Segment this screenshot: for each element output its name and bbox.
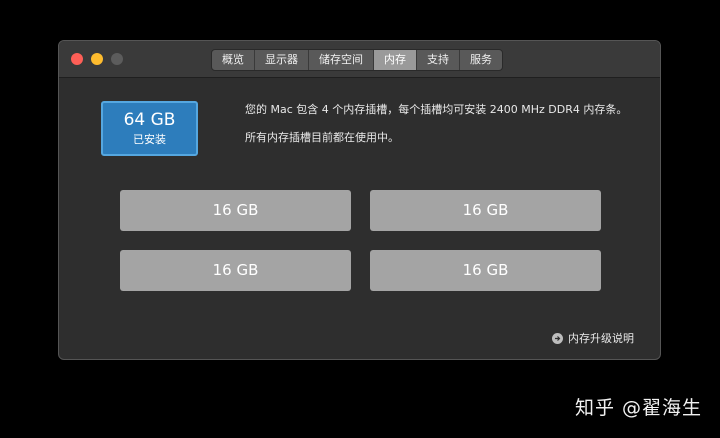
- memory-slot-4: 16 GB: [370, 250, 601, 291]
- title-bar: 概览 显示器 储存空间 内存 支持 服务: [59, 41, 660, 78]
- zoom-button[interactable]: [111, 53, 123, 65]
- tab-displays[interactable]: 显示器: [255, 50, 309, 70]
- installed-amount: 64 GB: [123, 110, 176, 130]
- memory-slot-1: 16 GB: [120, 190, 351, 231]
- installed-memory-badge: 64 GB 已安装: [101, 101, 198, 156]
- watermark: 知乎 @翟海生: [574, 397, 702, 419]
- memory-slot-3: 16 GB: [120, 250, 351, 291]
- memory-description: 您的 Mac 包含 4 个内存插槽，每个插槽均可安装 2400 MHz DDR4…: [245, 103, 628, 116]
- arrow-right-circle-icon: [552, 332, 563, 344]
- tab-memory[interactable]: 内存: [374, 50, 417, 70]
- tab-overview[interactable]: 概览: [212, 50, 255, 70]
- tab-storage[interactable]: 储存空间: [309, 50, 374, 70]
- tab-support[interactable]: 支持: [417, 50, 460, 70]
- close-button[interactable]: [71, 53, 83, 65]
- memory-upgrade-link[interactable]: 内存升级说明: [552, 330, 634, 346]
- slots-status: 所有内存插槽目前都在使用中。: [245, 131, 399, 144]
- installed-label: 已安装: [133, 133, 166, 146]
- about-this-mac-window: 概览 显示器 储存空间 内存 支持 服务 64 GB 已安装 您的 Mac 包含…: [58, 40, 661, 360]
- tab-service[interactable]: 服务: [460, 50, 502, 70]
- memory-slot-2: 16 GB: [370, 190, 601, 231]
- minimize-button[interactable]: [91, 53, 103, 65]
- tab-bar: 概览 显示器 储存空间 内存 支持 服务: [211, 49, 503, 71]
- memory-upgrade-label: 内存升级说明: [568, 332, 634, 345]
